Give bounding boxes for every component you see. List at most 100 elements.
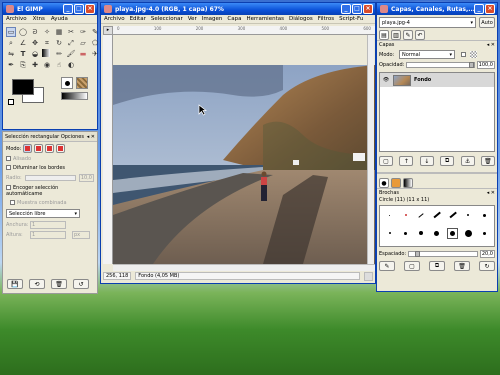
move-tool-icon[interactable]: ✥ xyxy=(30,38,40,48)
horizontal-scrollbar[interactable] xyxy=(113,264,375,271)
brush-item[interactable] xyxy=(418,212,424,218)
menu-archivo[interactable]: Archivo xyxy=(6,16,27,22)
active-gradient-preview[interactable] xyxy=(61,92,88,100)
delete-layer-button[interactable]: 🗑 xyxy=(480,156,495,166)
blend-tool-icon[interactable] xyxy=(42,49,50,57)
paintbrush-tool-icon[interactable]: 🖌 xyxy=(66,49,76,59)
section-menu-icon[interactable]: ◂ ✕ xyxy=(487,190,495,196)
brush-item[interactable] xyxy=(404,214,407,216)
dodge-burn-tool-icon[interactable]: ◐ xyxy=(66,60,76,70)
brush-item[interactable] xyxy=(482,213,486,217)
menu-herramientas[interactable]: Herramientas xyxy=(247,16,284,22)
menu-seleccionar[interactable]: Seleccionar xyxy=(151,16,183,22)
smudge-tool-icon[interactable]: ☝ xyxy=(54,60,64,70)
autoshrink-row[interactable]: Encoger selección automáticame xyxy=(6,185,94,197)
image-menu-button[interactable]: ▸ xyxy=(103,26,113,35)
maximize-icon[interactable]: □ xyxy=(74,4,84,14)
zoom-tool-icon[interactable]: ⌕ xyxy=(6,38,16,48)
heal-tool-icon[interactable]: ✚ xyxy=(30,60,40,70)
tab-brushes[interactable]: ● xyxy=(379,178,389,188)
layer-mode-dropdown[interactable]: Normal ▾ xyxy=(399,50,455,59)
layer-row[interactable]: 👁 Fondo xyxy=(380,73,494,87)
flip-tool-icon[interactable]: ⇋ xyxy=(6,49,16,59)
airbrush-tool-icon[interactable]: ✈ xyxy=(90,49,100,59)
brush-item[interactable] xyxy=(482,231,486,235)
brush-item[interactable] xyxy=(388,232,391,234)
delete-options-button[interactable]: 🗑 xyxy=(51,279,67,289)
horizontal-ruler[interactable]: 0 100 200 300 400 500 600 xyxy=(113,26,375,35)
mode-intersect-button[interactable] xyxy=(56,144,66,153)
brush-item[interactable] xyxy=(419,231,424,235)
image-canvas[interactable] xyxy=(113,65,375,264)
minimize-icon[interactable]: _ xyxy=(341,4,351,14)
radius-value[interactable]: 10,0 xyxy=(78,174,94,182)
cancel-icon[interactable] xyxy=(364,271,373,281)
clone-tool-icon[interactable]: ⎘ xyxy=(18,60,28,70)
restore-options-button[interactable]: ⟲ xyxy=(29,279,45,289)
close-icon[interactable]: × xyxy=(85,4,95,14)
delete-brush-button[interactable]: 🗑 xyxy=(454,261,470,271)
opacity-slider[interactable] xyxy=(406,62,475,68)
new-layer-button[interactable]: ▢ xyxy=(379,156,393,166)
menu-filtros[interactable]: Filtros xyxy=(318,16,334,22)
duplicate-brush-button[interactable]: ⧉ xyxy=(429,261,445,271)
eraser-tool-icon[interactable]: ▬ xyxy=(78,49,88,59)
shear-tool-icon[interactable]: ▱ xyxy=(78,38,88,48)
image-select-dropdown[interactable]: playa.jpg-4 ▾ xyxy=(379,17,476,28)
fuzzy-select-tool-icon[interactable]: ✧ xyxy=(42,27,52,37)
feather-checkbox[interactable] xyxy=(6,165,11,170)
mode-subtract-button[interactable] xyxy=(45,144,55,153)
eye-icon[interactable]: 👁 xyxy=(382,77,390,83)
merged-row[interactable]: Muestra combinada xyxy=(6,200,94,206)
mode-add-button[interactable] xyxy=(34,144,44,153)
opacity-value[interactable]: 100,0 xyxy=(476,61,495,69)
merged-checkbox[interactable] xyxy=(10,200,15,205)
close-icon[interactable]: × xyxy=(363,4,373,14)
brush-item[interactable] xyxy=(404,231,408,235)
height-input[interactable]: 1 xyxy=(30,231,66,239)
brush-item[interactable] xyxy=(434,230,440,236)
active-pattern-preview[interactable] xyxy=(76,77,88,89)
foreground-color-swatch[interactable] xyxy=(12,79,34,95)
minimize-icon[interactable]: _ xyxy=(63,4,73,14)
feather-row[interactable]: Difuminar los bordes xyxy=(6,165,94,171)
pencil-tool-icon[interactable]: ✏ xyxy=(54,49,64,59)
brush-item[interactable] xyxy=(433,211,441,219)
menu-imagen[interactable]: Imagen xyxy=(202,16,223,22)
vertical-scrollbar[interactable] xyxy=(367,35,374,264)
paths-tool-icon[interactable]: ✑ xyxy=(78,27,88,37)
unit-select[interactable]: px xyxy=(72,231,90,239)
menu-editar[interactable]: Editar xyxy=(130,16,146,22)
opacity-slider-handle[interactable] xyxy=(468,62,474,68)
mode-replace-button[interactable] xyxy=(23,144,33,153)
anchor-layer-button[interactable]: ⚓ xyxy=(460,156,475,166)
vertical-ruler[interactable] xyxy=(103,35,113,264)
tab-gradients[interactable] xyxy=(403,178,413,188)
brush-item[interactable] xyxy=(449,211,457,219)
spacing-value[interactable]: 20,0 xyxy=(479,250,495,258)
refresh-brushes-button[interactable]: ↻ xyxy=(479,261,495,271)
save-options-button[interactable]: 💾 xyxy=(7,279,23,289)
close-icon[interactable]: × xyxy=(485,4,495,14)
menu-dialogos[interactable]: Diálogos xyxy=(289,16,313,22)
menu-xtns[interactable]: Xtns xyxy=(33,16,45,22)
image-titlebar[interactable]: playa.jpg-4.0 (RGB, 1 capa) 67% _ □ × xyxy=(101,3,375,15)
scissors-tool-icon[interactable]: ✂ xyxy=(66,27,76,37)
duplicate-layer-button[interactable]: ⧉ xyxy=(440,156,455,166)
color-picker-tool-icon[interactable]: ✎ xyxy=(90,27,100,37)
antialias-row[interactable]: Alisado xyxy=(6,156,94,162)
menu-ver[interactable]: Ver xyxy=(188,16,197,22)
raise-layer-button[interactable]: ↑ xyxy=(399,156,414,166)
antialias-checkbox[interactable] xyxy=(6,156,11,161)
menu-capa[interactable]: Capa xyxy=(227,16,241,22)
ink-tool-icon[interactable]: ✒ xyxy=(6,60,16,70)
tab-layers[interactable]: ▤ xyxy=(379,30,389,40)
reset-options-button[interactable]: ↺ xyxy=(73,279,89,289)
tab-channels[interactable]: ▥ xyxy=(391,30,401,40)
active-brush-preview[interactable] xyxy=(61,77,73,89)
brush-item[interactable] xyxy=(464,229,472,237)
text-tool-icon[interactable]: T xyxy=(18,49,28,59)
default-colors-icon[interactable] xyxy=(8,99,14,105)
lasso-tool-icon[interactable]: ᘐ xyxy=(30,27,40,37)
radius-slider[interactable] xyxy=(24,175,76,181)
